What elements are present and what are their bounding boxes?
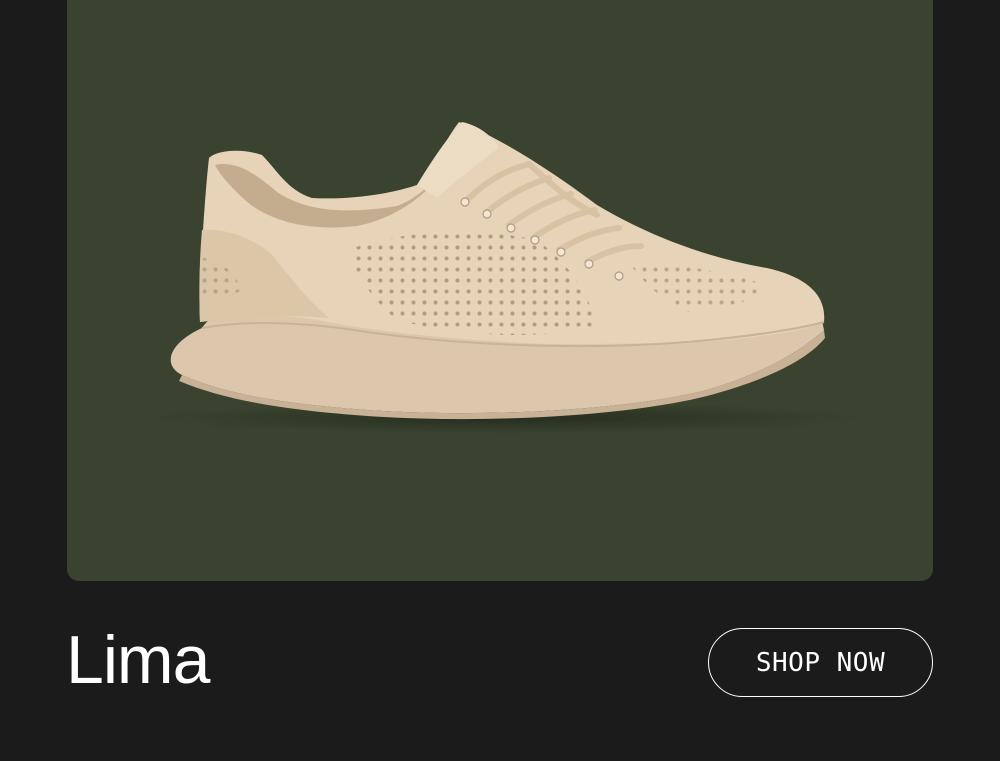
sneaker-image [147,122,867,434]
shop-now-button[interactable]: SHOP NOW [708,628,933,697]
product-image-card[interactable] [67,0,933,581]
product-name: Lima [66,622,210,698]
